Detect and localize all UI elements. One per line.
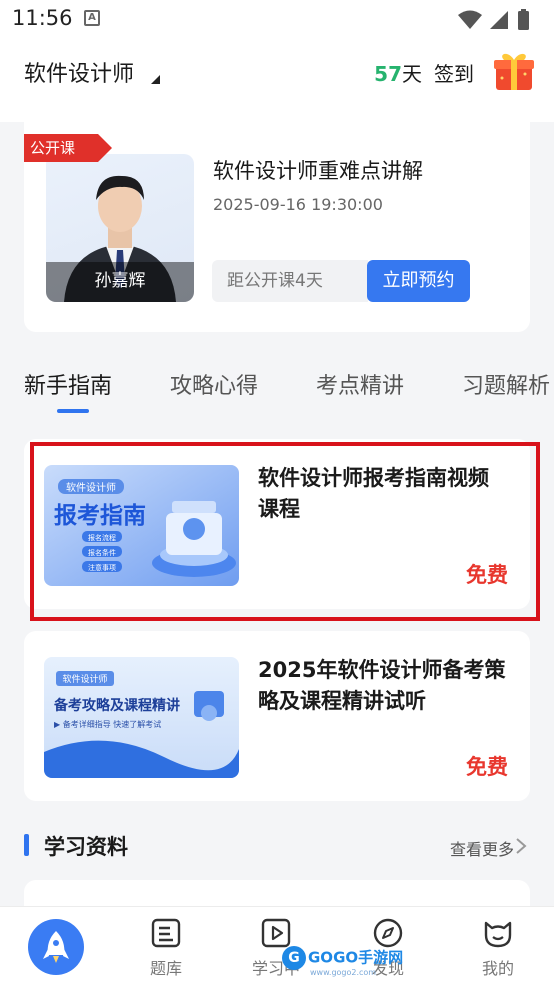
- tab-active-indicator: [57, 409, 89, 413]
- video-thumbnail-2: 软件设计师 备考攻略及课程精讲 ▶ 备考详细指导 快速了解考试: [44, 657, 239, 778]
- course-selector[interactable]: 软件设计师: [24, 56, 134, 88]
- gift-icon[interactable]: [492, 48, 536, 92]
- signal-icon: [490, 11, 508, 29]
- nav-profile[interactable]: 我的: [458, 907, 538, 984]
- reserve-button[interactable]: 立即预约: [367, 260, 470, 302]
- thumb-subline-2: ▶ 备考详细指导 快速了解考试: [54, 719, 161, 729]
- countdown-label: 距公开课4天: [212, 260, 368, 302]
- section-title: 学习资料: [44, 835, 128, 859]
- rocket-icon: [43, 931, 69, 963]
- live-class-title[interactable]: 软件设计师重难点讲解: [213, 155, 423, 185]
- play-icon: [261, 918, 291, 948]
- status-time: 11:56: [12, 6, 73, 30]
- chevron-right-icon[interactable]: [514, 837, 528, 855]
- nav-question-bank[interactable]: 题库: [126, 907, 206, 984]
- thumb-headline-2: 备考攻略及课程精讲: [53, 697, 180, 714]
- view-more-link[interactable]: 查看更多: [450, 836, 514, 860]
- nav-label-profile: 我的: [481, 959, 514, 978]
- watermark-url: www.gogo2.com: [310, 968, 377, 977]
- checkin-label: 签到: [434, 62, 474, 86]
- status-icons: [458, 9, 529, 30]
- top-bar: 软件设计师 57天 签到: [0, 38, 554, 122]
- status-bar: 11:56 A: [0, 0, 554, 38]
- tab-strategy[interactable]: 攻略心得: [170, 368, 258, 400]
- watermark-g-icon: G: [282, 946, 306, 970]
- wifi-icon: [458, 10, 482, 29]
- compass-icon: [373, 918, 403, 948]
- cat-face-icon: [484, 921, 512, 948]
- section-accent-bar: [24, 834, 29, 856]
- highlight-frame: [30, 442, 540, 621]
- live-class-time: 2025-09-16 19:30:00: [213, 195, 383, 214]
- public-class-tag: 公开课: [24, 134, 112, 162]
- nav-home[interactable]: [0, 907, 110, 984]
- tab-key-points[interactable]: 考点精讲: [316, 368, 404, 400]
- dropdown-triangle-icon[interactable]: [151, 75, 160, 84]
- streak-days: 57: [374, 62, 402, 86]
- notification-a-icon: A: [84, 10, 100, 26]
- video-price-2: 免费: [466, 755, 508, 779]
- tab-exercise-analysis[interactable]: 习题解析: [462, 368, 550, 400]
- battery-icon: [518, 11, 529, 30]
- watermark-text: GOGO手游网: [308, 948, 404, 967]
- checkin-streak[interactable]: 57天 签到: [374, 58, 474, 87]
- tab-beginner-guide[interactable]: 新手指南: [24, 368, 112, 400]
- video-title-2[interactable]: 2025年软件设计师备考策略及课程精讲试听: [258, 655, 508, 717]
- thumb-tag-2: 软件设计师: [62, 673, 107, 685]
- days-unit: 天: [402, 62, 422, 86]
- nav-label-question-bank: 题库: [149, 959, 182, 978]
- question-bank-icon: [151, 918, 181, 948]
- video-card-2[interactable]: 软件设计师 备考攻略及课程精讲 ▶ 备考详细指导 快速了解考试 2025年软件设…: [24, 631, 530, 801]
- bottom-nav: 题库 学习中 发现 我的: [0, 906, 554, 984]
- teacher-name: 孙嘉辉: [46, 262, 194, 302]
